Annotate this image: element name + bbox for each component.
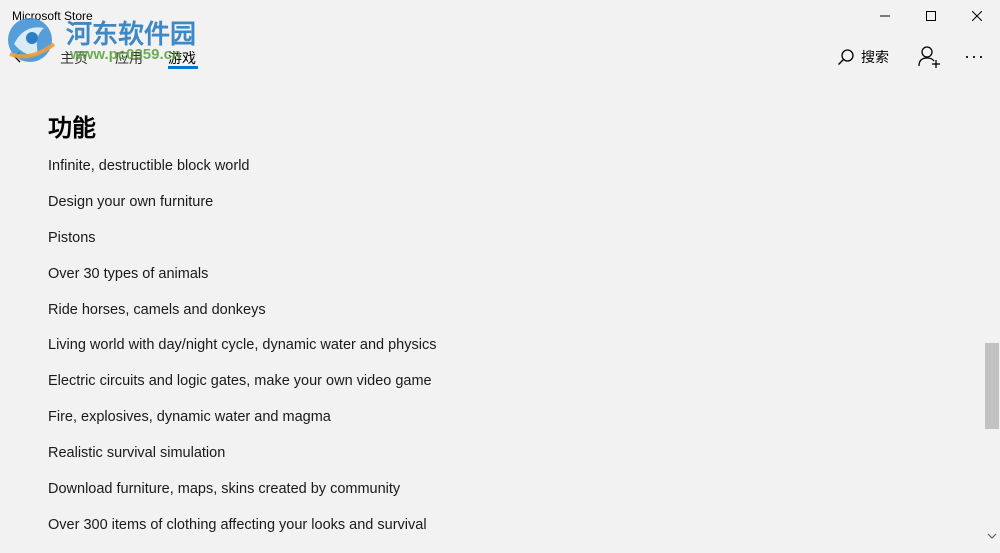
features-list: Infinite, destructible block world Desig… (48, 158, 436, 553)
top-nav-bar: 主页 应用 游戏 搜索 ··· (0, 34, 1000, 80)
search-icon (837, 49, 854, 66)
feature-item: Over 300 items of clothing affecting you… (48, 516, 427, 533)
feature-item: Pistons (48, 229, 96, 246)
main-content: 功能 Infinite, destructible block world De… (0, 80, 984, 553)
close-icon (972, 11, 982, 21)
arrow-left-icon (14, 51, 25, 63)
features-heading: 功能 (48, 114, 96, 142)
tab-apps[interactable]: 应用 (115, 48, 143, 68)
more-options-button[interactable]: ··· (964, 47, 988, 67)
feature-item: Living world with day/night cycle, dynam… (48, 337, 437, 354)
feature-item: Electric circuits and logic gates, make … (48, 373, 432, 390)
close-button[interactable] (954, 0, 1000, 32)
vertical-scrollbar[interactable] (984, 80, 1000, 553)
tab-games[interactable]: 游戏 (168, 48, 196, 68)
app-window: Microsoft Store 主页 应用 游戏 搜索 ··· 河东软件园 ww… (0, 0, 1000, 553)
search-label: 搜索 (861, 49, 889, 65)
window-title: Microsoft Store (12, 9, 93, 23)
tab-home[interactable]: 主页 (60, 48, 88, 68)
feature-item: Over 30 types of animals (48, 265, 209, 282)
feature-item: Design your own furniture (48, 193, 214, 210)
add-user-icon (918, 46, 940, 68)
minimize-icon (880, 15, 890, 17)
maximize-button[interactable] (908, 0, 954, 32)
maximize-icon (926, 11, 936, 21)
scroll-down-arrow-icon[interactable] (987, 532, 997, 540)
minimize-button[interactable] (862, 0, 908, 32)
search-button[interactable]: 搜索 (837, 47, 889, 67)
feature-item: Fire, explosives, dynamic water and magm… (48, 409, 331, 426)
active-tab-indicator (168, 66, 198, 69)
feature-item: Download furniture, maps, skins created … (48, 481, 401, 498)
back-button[interactable] (8, 46, 30, 68)
feature-item: Infinite, destructible block world (48, 158, 250, 174)
feature-item: Ride horses, camels and donkeys (48, 301, 266, 318)
feature-item: Realistic survival simulation (48, 445, 226, 462)
scrollbar-thumb[interactable] (985, 343, 999, 429)
title-bar: Microsoft Store (0, 0, 1000, 34)
account-button[interactable] (917, 45, 941, 69)
